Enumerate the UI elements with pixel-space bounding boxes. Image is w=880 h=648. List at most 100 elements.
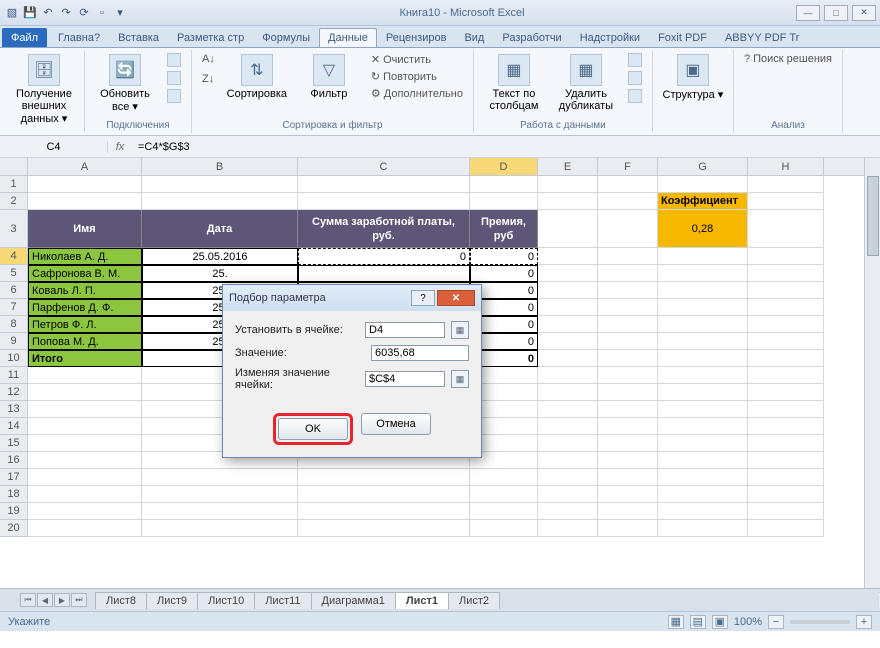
cell[interactable]: [598, 265, 658, 282]
cell[interactable]: [598, 384, 658, 401]
tab-insert[interactable]: Вставка: [109, 28, 168, 47]
cell[interactable]: [658, 384, 748, 401]
nav-first-icon[interactable]: ⏮: [20, 593, 36, 607]
ok-button[interactable]: OK: [278, 418, 348, 440]
tab-file[interactable]: Файл: [2, 28, 47, 47]
cell[interactable]: [748, 486, 824, 503]
cell[interactable]: [298, 176, 470, 193]
cell[interactable]: [658, 248, 748, 265]
cell[interactable]: [538, 299, 598, 316]
cell[interactable]: [470, 520, 538, 537]
cell[interactable]: [142, 503, 298, 520]
cell[interactable]: [658, 418, 748, 435]
set-cell-input[interactable]: [365, 322, 445, 338]
cell[interactable]: [598, 248, 658, 265]
cell[interactable]: [598, 486, 658, 503]
name-box[interactable]: C4: [0, 141, 108, 153]
nav-next-icon[interactable]: ▶: [54, 593, 70, 607]
cell[interactable]: [748, 469, 824, 486]
header-date[interactable]: Дата: [142, 210, 298, 248]
cell[interactable]: [598, 520, 658, 537]
vertical-scrollbar[interactable]: [864, 158, 880, 588]
cell[interactable]: [142, 176, 298, 193]
cell[interactable]: [748, 503, 824, 520]
cell-name[interactable]: Николаев А. Д.: [28, 248, 142, 265]
repeat-icon[interactable]: ⟳: [76, 5, 92, 21]
clear-filter-button[interactable]: ✕ Очистить: [367, 52, 467, 67]
cell[interactable]: [748, 193, 824, 210]
cell[interactable]: [538, 282, 598, 299]
cell[interactable]: [470, 193, 538, 210]
row-header[interactable]: 20: [0, 520, 28, 537]
header-name[interactable]: Имя: [28, 210, 142, 248]
tab-foxit[interactable]: Foxit PDF: [649, 28, 716, 47]
cell-salary[interactable]: [298, 265, 470, 282]
row-header[interactable]: 17: [0, 469, 28, 486]
cell[interactable]: [748, 176, 824, 193]
new-icon[interactable]: ▫: [94, 5, 110, 21]
qat-dropdown-icon[interactable]: ▾: [112, 5, 128, 21]
zoom-slider[interactable]: [790, 620, 850, 624]
cell[interactable]: [538, 333, 598, 350]
dialog-close-button[interactable]: ✕: [437, 290, 475, 306]
advanced-button[interactable]: ⚙ Дополнительно: [367, 86, 467, 101]
sheet-tab[interactable]: Лист11: [254, 592, 311, 609]
view-layout-icon[interactable]: ▤: [690, 615, 706, 629]
cell[interactable]: [538, 210, 598, 248]
sheet-tab-active[interactable]: Лист1: [395, 592, 449, 609]
cell[interactable]: [298, 193, 470, 210]
ref-picker-icon[interactable]: ▦: [451, 370, 469, 388]
tab-data[interactable]: Данные: [319, 28, 377, 47]
to-value-input[interactable]: [371, 345, 469, 361]
cell[interactable]: [538, 452, 598, 469]
cell[interactable]: [658, 435, 748, 452]
cell[interactable]: [538, 265, 598, 282]
edit-links-button[interactable]: [163, 88, 185, 104]
connections-button[interactable]: [163, 52, 185, 68]
cancel-button[interactable]: Отмена: [361, 413, 431, 435]
sheet-tab[interactable]: Лист8: [95, 592, 147, 609]
cell[interactable]: [298, 469, 470, 486]
cell-name[interactable]: Попова М. Д.: [28, 333, 142, 350]
cell[interactable]: [748, 384, 824, 401]
col-header-F[interactable]: F: [598, 158, 658, 175]
nav-prev-icon[interactable]: ◀: [37, 593, 53, 607]
row-header[interactable]: 18: [0, 486, 28, 503]
save-icon[interactable]: 💾: [22, 5, 38, 21]
row-header[interactable]: 11: [0, 367, 28, 384]
cell[interactable]: [598, 316, 658, 333]
sheet-tab[interactable]: Лист9: [146, 592, 198, 609]
tab-review[interactable]: Рецензиров: [377, 28, 456, 47]
cell[interactable]: [748, 316, 824, 333]
cell[interactable]: [658, 367, 748, 384]
cell[interactable]: [658, 452, 748, 469]
outline-button[interactable]: ▣Структура ▾: [659, 52, 727, 103]
cell[interactable]: [748, 367, 824, 384]
cell[interactable]: [28, 401, 142, 418]
cell[interactable]: [748, 210, 824, 248]
tab-view[interactable]: Вид: [455, 28, 493, 47]
cell[interactable]: [598, 210, 658, 248]
tab-formulas[interactable]: Формулы: [253, 28, 319, 47]
cell[interactable]: [658, 469, 748, 486]
cell[interactable]: [538, 503, 598, 520]
col-header-H[interactable]: H: [748, 158, 824, 175]
cell[interactable]: [142, 520, 298, 537]
sort-desc-button[interactable]: Z↓: [198, 72, 219, 86]
cell[interactable]: [658, 282, 748, 299]
row-header[interactable]: 14: [0, 418, 28, 435]
row-header[interactable]: 4: [0, 248, 28, 265]
col-header-C[interactable]: C: [298, 158, 470, 175]
cell[interactable]: [598, 176, 658, 193]
cell[interactable]: [748, 452, 824, 469]
view-normal-icon[interactable]: ▦: [668, 615, 684, 629]
cell[interactable]: [658, 503, 748, 520]
properties-button[interactable]: [163, 70, 185, 86]
row-header[interactable]: 8: [0, 316, 28, 333]
ref-picker-icon[interactable]: ▦: [451, 321, 469, 339]
cell-name[interactable]: Коваль Л. П.: [28, 282, 142, 299]
cell[interactable]: [748, 265, 824, 282]
cell[interactable]: [298, 503, 470, 520]
row-header[interactable]: 7: [0, 299, 28, 316]
cell[interactable]: [470, 486, 538, 503]
